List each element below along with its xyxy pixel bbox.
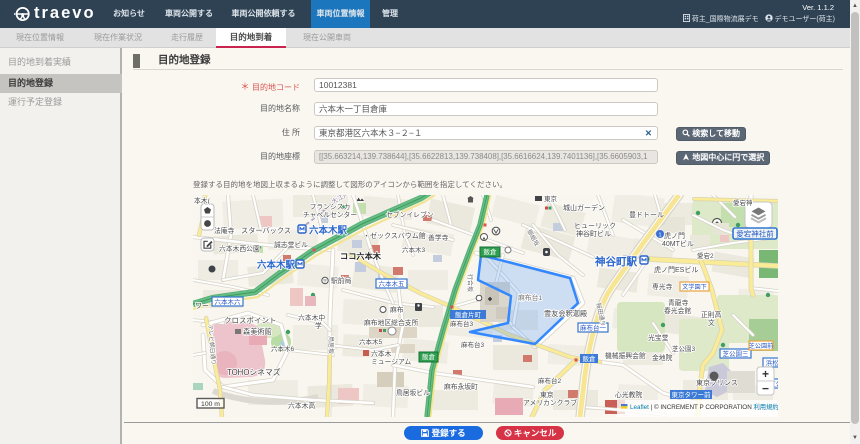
svg-text:文学園下: 文学園下 [682,283,707,291]
svg-text:専光寺: 専光寺 [652,282,673,291]
svg-text:六本木西公園: 六本木西公園 [219,244,260,253]
svg-text:麻布地区総合支所: 麻布地区総合支所 [364,318,419,327]
svg-text:六本木五: 六本木五 [379,279,406,288]
svg-text:芝公園三: 芝公園三 [723,349,750,358]
svg-text:100 m: 100 m [201,401,220,408]
svg-text:愛宕神社前: 愛宕神社前 [736,229,774,239]
svg-text:飯倉片町: 飯倉片町 [455,310,482,319]
svg-text:40MTビル: 40MTビル [662,239,694,248]
svg-text:学: 学 [315,321,322,330]
svg-text:神谷町駅: 神谷町駅 [595,255,637,268]
svg-text:心光教院: 心光教院 [615,390,642,399]
svg-text:神谷町ビル: 神谷町ビル [576,229,611,238]
svg-text:アメリカンクラブ: アメリカンクラブ [523,398,577,407]
svg-text:チャペルセンター: チャペルセンター [303,210,358,219]
svg-text:飯倉: 飯倉 [422,352,436,361]
svg-text:1: 1 [658,233,661,239]
svg-text:芝公園前: 芝公園前 [749,342,774,350]
svg-text:愛宕2: 愛宕2 [697,251,714,260]
svg-text:行合坂: 行合坂 [466,274,474,292]
svg-text:六本木高: 六本木高 [288,401,315,410]
svg-text:麻布台3: 麻布台3 [450,319,474,328]
svg-text:麻布台1: 麻布台1 [518,293,542,302]
svg-text:虎ノ門: 虎ノ門 [664,231,685,240]
svg-text:光宝堂: 光宝堂 [648,333,669,342]
svg-text:六本木中: 六本木中 [298,313,325,322]
svg-text:東京: 東京 [544,195,558,203]
svg-text:六本木5: 六本木5 [359,337,383,346]
svg-text:森美術館: 森美術館 [243,327,272,336]
svg-text:セブンイレブン: セブンイレブン [386,210,434,219]
svg-text:芝公園3: 芝公園3 [672,344,696,353]
svg-text:ミュージアム: ミュージアム [371,358,411,366]
svg-text:愛宕神: 愛宕神 [733,198,753,207]
svg-text:+: + [762,367,769,381]
svg-text:正則高: 正則高 [701,310,722,319]
svg-text:六本木3: 六本木3 [402,245,426,254]
svg-text:虎ノ門ESビル: 虎ノ門ESビル [654,265,698,274]
svg-text:金地院: 金地院 [652,353,673,362]
svg-text:東京: 東京 [540,390,554,399]
svg-text:▲: ▲ [482,236,487,242]
svg-text:城山ガーデン: 城山ガーデン [563,203,605,212]
svg-text:〒: 〒 [322,279,327,285]
svg-text:善学寺: 善学寺 [428,233,449,242]
svg-text:麻布台2: 麻布台2 [538,376,562,385]
svg-text:東京タワー前: 東京タワー前 [672,390,712,399]
svg-text:春光会館: 春光会館 [664,306,691,315]
svg-text:TOHOシネマズ: TOHOシネマズ [227,367,281,377]
svg-text:ワー: ワー [195,302,209,310]
svg-text:ココ六本木: ココ六本木 [340,251,382,261]
svg-text:霊友会釈迦殿: 霊友会釈迦殿 [544,309,587,318]
svg-text:青龍寺: 青龍寺 [668,298,689,307]
svg-text:鳥居坂ビル: 鳥居坂ビル [396,388,430,397]
svg-text:麻布永坂町: 麻布永坂町 [444,382,478,391]
svg-text:スターバックス: スターバックス [241,226,291,235]
svg-text:麻布台3: 麻布台3 [461,340,485,349]
svg-text:駅前局: 駅前局 [331,276,352,285]
svg-text:飯倉: 飯倉 [484,247,498,256]
svg-text:−: − [762,382,769,396]
svg-text:飯倉: 飯倉 [583,354,597,363]
svg-text:本木(: 本木( [194,196,211,205]
svg-text:機械振興会館: 機械振興会館 [605,351,646,360]
svg-text:・ゼックスバウム館: ・ゼックスバウム館 [363,231,426,240]
svg-text:六本木: 六本木 [371,349,392,358]
svg-text:麻布: 麻布 [390,305,404,314]
svg-text:鳥居坂: 鳥居坂 [327,336,335,354]
svg-text:法庵寺: 法庵寺 [214,226,235,235]
svg-text:クロスポイント: クロスポイント [224,316,277,325]
svg-text:豊ドトール: 豊ドトール [629,210,664,219]
svg-text:六本木駅: 六本木駅 [309,225,348,237]
svg-text:フランシスカ: フランシスカ [310,203,351,211]
svg-text:六本木六: 六本木六 [215,297,242,306]
svg-text:浜松町: 浜松町 [766,358,778,367]
svg-text:六本木駅: 六本木駅 [257,259,296,271]
svg-text:Leaflet | © INCREMENT P CORPOR: Leaflet | © INCREMENT P CORPORATION 利用規約 [630,402,778,411]
svg-text:六本木6: 六本木6 [271,344,295,353]
svg-text:文: 文 [708,318,715,327]
svg-text:誠志堂ビル: 誠志堂ビル [274,240,308,249]
svg-text:ヒューリック: ヒューリック [574,222,616,230]
